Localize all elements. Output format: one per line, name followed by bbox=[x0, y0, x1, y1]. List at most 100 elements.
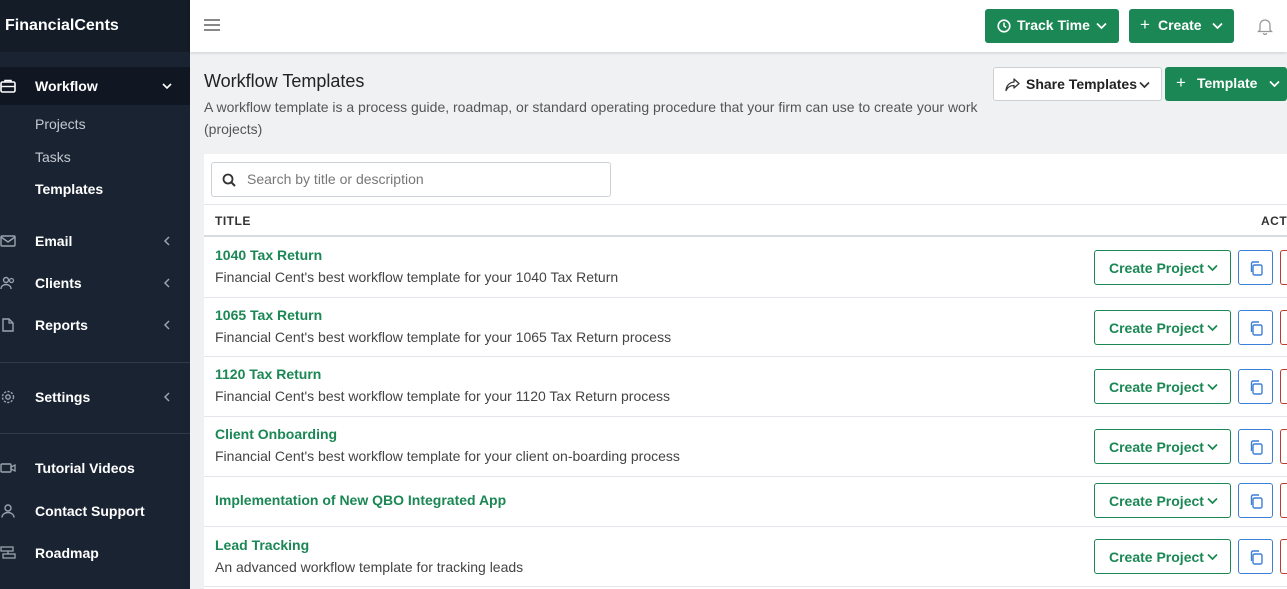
chevron-down-icon bbox=[1207, 264, 1218, 272]
sidebar-item-email[interactable]: Email bbox=[0, 222, 190, 260]
table-row: Client Onboarding Financial Cent's best … bbox=[204, 417, 1287, 477]
chevron-down-icon bbox=[1269, 80, 1280, 88]
column-header-actions: ACTI bbox=[1261, 214, 1287, 228]
copy-template-button[interactable] bbox=[1238, 369, 1273, 404]
search-input[interactable] bbox=[247, 171, 597, 187]
copy-icon bbox=[1250, 321, 1263, 336]
template-title-link[interactable]: Client Onboarding bbox=[215, 426, 337, 442]
create-project-button[interactable]: Create Project bbox=[1094, 429, 1231, 464]
sidebar-item-label: Roadmap bbox=[35, 545, 99, 561]
table-row: Lead Tracking An advanced workflow templ… bbox=[204, 527, 1287, 587]
template-title-link[interactable]: Lead Tracking bbox=[215, 537, 309, 553]
table-header: TITLE ACTI bbox=[204, 204, 1287, 237]
sidebar-item-label: Email bbox=[35, 233, 73, 249]
search-box bbox=[211, 162, 611, 197]
signpost-icon bbox=[0, 546, 16, 559]
template-title-link[interactable]: 1065 Tax Return bbox=[215, 307, 322, 323]
sidebar-item-settings[interactable]: Settings bbox=[0, 378, 190, 416]
brand-logo[interactable]: FinancialCents bbox=[0, 0, 190, 52]
envelope-icon bbox=[0, 235, 16, 247]
create-project-button[interactable]: Create Project bbox=[1094, 250, 1231, 285]
search-icon bbox=[222, 173, 236, 187]
sidebar-item-tasks[interactable]: Tasks bbox=[35, 149, 71, 165]
table-row: 1065 Tax Return Financial Cent's best wo… bbox=[204, 298, 1287, 357]
delete-template-button[interactable] bbox=[1280, 369, 1287, 404]
share-icon bbox=[1005, 78, 1020, 92]
templates-card: TITLE ACTI 1040 Tax Return Financial Cen… bbox=[204, 154, 1287, 589]
sidebar-divider bbox=[0, 362, 190, 363]
create-project-button[interactable]: Create Project bbox=[1094, 539, 1231, 574]
create-project-label: Create Project bbox=[1109, 493, 1204, 509]
sidebar-item-tutorial-videos[interactable]: Tutorial Videos bbox=[0, 449, 190, 487]
create-project-button[interactable]: Create Project bbox=[1094, 483, 1231, 518]
create-project-button[interactable]: Create Project bbox=[1094, 310, 1231, 345]
chevron-down-icon bbox=[1207, 324, 1218, 332]
create-button[interactable]: + Create bbox=[1129, 9, 1234, 43]
sidebar-item-label: Workflow bbox=[35, 78, 98, 94]
create-project-button[interactable]: Create Project bbox=[1094, 369, 1231, 404]
sidebar-item-label: Tutorial Videos bbox=[35, 460, 135, 476]
plus-icon: + bbox=[1176, 73, 1186, 92]
chevron-left-icon bbox=[163, 392, 170, 402]
share-templates-button[interactable]: Share Templates bbox=[993, 67, 1162, 101]
column-header-title[interactable]: TITLE bbox=[215, 214, 251, 228]
user-icon bbox=[1, 504, 15, 518]
template-title-link[interactable]: Implementation of New QBO Integrated App bbox=[215, 492, 506, 508]
track-time-label: Track Time bbox=[1017, 17, 1090, 33]
plus-icon: + bbox=[1140, 15, 1150, 34]
chevron-down-icon bbox=[1207, 443, 1218, 451]
copy-icon bbox=[1250, 494, 1263, 509]
copy-template-button[interactable] bbox=[1238, 429, 1273, 464]
delete-template-button[interactable] bbox=[1280, 250, 1287, 285]
chevron-down-icon bbox=[1207, 497, 1218, 505]
chevron-down-icon bbox=[1212, 22, 1223, 30]
copy-icon bbox=[1250, 550, 1263, 565]
copy-icon bbox=[1250, 440, 1263, 455]
copy-template-button[interactable] bbox=[1238, 483, 1273, 518]
sidebar-divider bbox=[0, 433, 190, 434]
chevron-down-icon bbox=[162, 83, 172, 90]
template-description: Financial Cent's best workflow template … bbox=[215, 448, 680, 464]
chevron-down-icon bbox=[1096, 22, 1107, 30]
file-icon bbox=[2, 318, 14, 332]
chevron-down-icon bbox=[1139, 81, 1150, 89]
template-title-link[interactable]: 1120 Tax Return bbox=[215, 366, 321, 382]
copy-template-button[interactable] bbox=[1238, 250, 1273, 285]
sidebar-item-roadmap[interactable]: Roadmap bbox=[0, 534, 190, 572]
users-icon bbox=[0, 276, 15, 290]
template-description: Financial Cent's best workflow template … bbox=[215, 269, 619, 285]
delete-template-button[interactable] bbox=[1280, 539, 1287, 574]
top-bar: Track Time + Create bbox=[190, 0, 1287, 52]
delete-template-button[interactable] bbox=[1280, 429, 1287, 464]
copy-icon bbox=[1250, 380, 1263, 395]
copy-template-button[interactable] bbox=[1238, 539, 1273, 574]
template-description: Financial Cent's best workflow template … bbox=[215, 329, 672, 345]
template-description: An advanced workflow template for tracki… bbox=[215, 559, 524, 575]
sidebar-item-workflow[interactable]: Workflow bbox=[0, 67, 190, 105]
sidebar-item-reports[interactable]: Reports bbox=[0, 306, 190, 344]
sidebar-item-contact-support[interactable]: Contact Support bbox=[0, 492, 190, 530]
template-label: Template bbox=[1197, 75, 1258, 91]
bell-icon[interactable] bbox=[1257, 17, 1273, 35]
delete-template-button[interactable] bbox=[1280, 483, 1287, 518]
table-row: Implementation of New QBO Integrated App… bbox=[204, 477, 1287, 527]
sidebar-item-templates[interactable]: Templates bbox=[35, 181, 103, 197]
video-icon bbox=[0, 463, 16, 473]
page-description: A workflow template is a process guide, … bbox=[204, 99, 978, 137]
sidebar: FinancialCents Workflow Projects Tasks T… bbox=[0, 0, 190, 589]
create-project-label: Create Project bbox=[1109, 320, 1204, 336]
sidebar-item-label: Clients bbox=[35, 275, 82, 291]
sidebar-item-projects[interactable]: Projects bbox=[35, 116, 86, 132]
sidebar-item-clients[interactable]: Clients bbox=[0, 264, 190, 302]
delete-template-button[interactable] bbox=[1280, 310, 1287, 345]
template-title-link[interactable]: 1040 Tax Return bbox=[215, 247, 322, 263]
track-time-button[interactable]: Track Time bbox=[985, 9, 1119, 43]
create-project-label: Create Project bbox=[1109, 439, 1204, 455]
copy-template-button[interactable] bbox=[1238, 310, 1273, 345]
hamburger-icon[interactable] bbox=[204, 18, 220, 32]
sidebar-item-label: Contact Support bbox=[35, 503, 145, 519]
create-label: Create bbox=[1158, 17, 1202, 33]
template-button[interactable]: + Template bbox=[1165, 67, 1287, 101]
table-row: 1040 Tax Return Financial Cent's best wo… bbox=[204, 238, 1287, 298]
template-description: Financial Cent's best workflow template … bbox=[215, 388, 671, 404]
